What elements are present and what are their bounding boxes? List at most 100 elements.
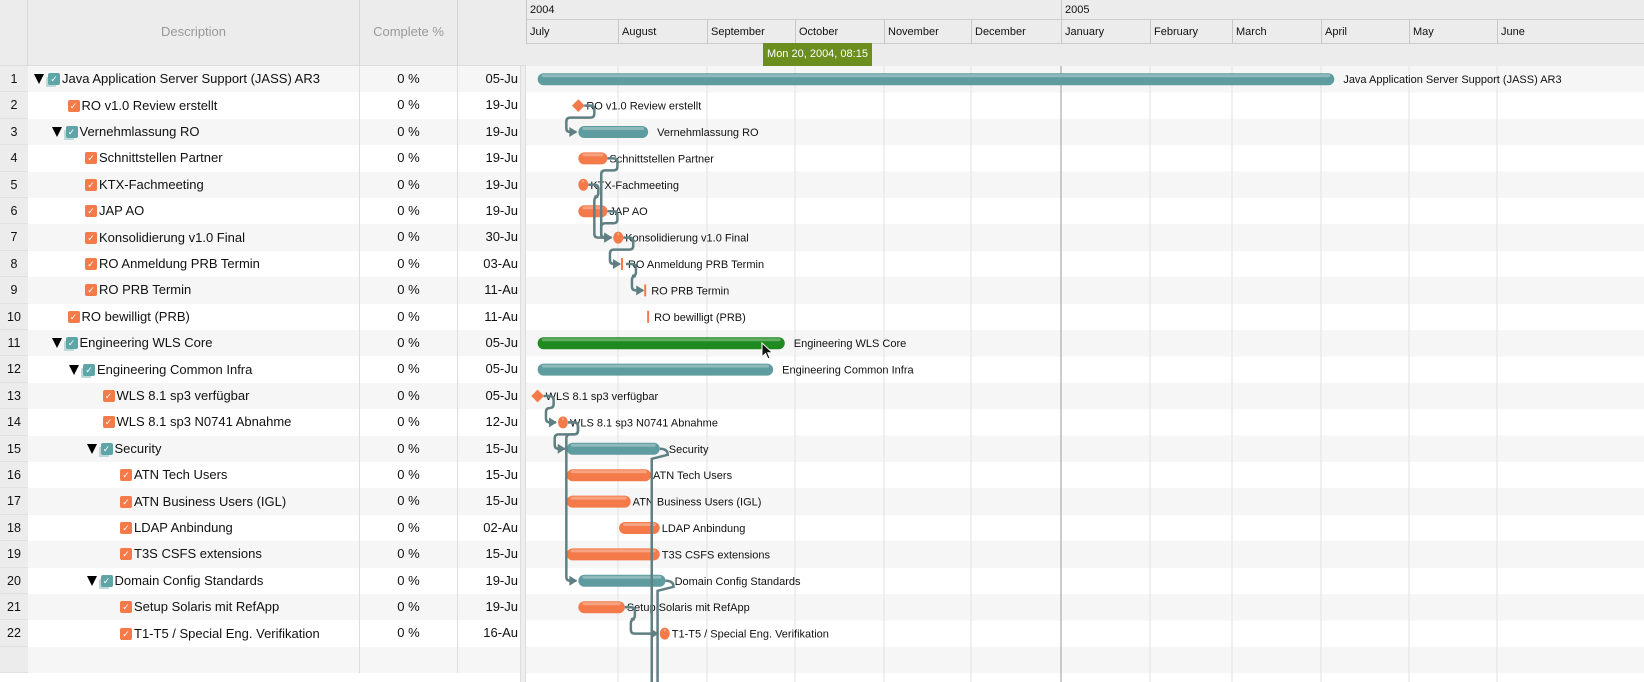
bar-label[interactable]: WLS 8.1 sp3 verfügbar xyxy=(546,391,659,403)
complete-percent-cell[interactable]: 0 % xyxy=(360,594,458,621)
task-description-cell[interactable]: ✓ Java Application Server Support (JASS) … xyxy=(28,66,360,93)
complete-percent-cell[interactable]: 0 % xyxy=(360,435,458,462)
complete-percent-cell[interactable]: 0 % xyxy=(360,541,458,568)
bar-highlight[interactable] xyxy=(541,74,1331,78)
bar-label[interactable]: Java Application Server Support (JASS) A… xyxy=(1343,74,1561,86)
task-description-cell[interactable]: ✓ RO PRB Termin xyxy=(28,277,360,304)
bar-label[interactable]: Domain Config Standards xyxy=(675,576,801,588)
start-date-cell[interactable]: 19-Ju xyxy=(458,198,520,224)
start-date-cell[interactable]: 02-Au xyxy=(458,515,520,541)
complete-percent-cell[interactable]: 0 % xyxy=(360,92,458,119)
task-description-cell[interactable]: ✓ ATN Tech Users xyxy=(28,462,360,489)
complete-percent-cell[interactable]: 0 % xyxy=(360,224,458,251)
task-description-cell[interactable]: ✓ RO Anmeldung PRB Termin xyxy=(28,250,360,278)
task-description-cell[interactable]: ✓ Engineering Common Infra xyxy=(28,356,360,383)
complete-percent-cell[interactable]: 0 % xyxy=(360,250,458,278)
complete-percent-cell[interactable]: 0 % xyxy=(360,620,458,647)
start-date-cell[interactable]: 11-Au xyxy=(458,304,520,330)
collapse-triangle-icon[interactable] xyxy=(34,74,44,85)
start-date-cell[interactable]: 05-Ju xyxy=(458,330,520,356)
bar-highlight[interactable] xyxy=(582,602,621,606)
complete-percent-cell[interactable]: 0 % xyxy=(360,488,458,515)
bar-label[interactable]: Konsolidierung v1.0 Final xyxy=(625,233,749,245)
start-date-cell[interactable]: 19-Ju xyxy=(458,92,520,118)
start-date-cell[interactable]: 19-Ju xyxy=(458,119,520,145)
task-description-cell[interactable]: ✓ WLS 8.1 sp3 verfügbar xyxy=(28,382,360,410)
complete-percent-cell[interactable]: 0 % xyxy=(360,567,458,594)
complete-column-header[interactable]: Complete % xyxy=(360,0,458,66)
bar-highlight[interactable] xyxy=(582,127,645,130)
complete-percent-cell[interactable]: 0 % xyxy=(360,198,458,225)
complete-percent-cell[interactable]: 0 % xyxy=(360,356,458,383)
collapse-triangle-icon[interactable] xyxy=(86,575,97,586)
bar-highlight[interactable] xyxy=(582,575,662,579)
task-description-cell[interactable]: ✓ Konsolidierung v1.0 Final xyxy=(28,224,360,251)
bar-label[interactable]: Security xyxy=(669,444,709,456)
task-description-cell[interactable]: ✓ ATN Business Users (IGL) xyxy=(28,488,360,515)
bar-label[interactable]: WLS 8.1 sp3 N0741 Abnahme xyxy=(570,417,718,429)
bar-label[interactable]: RO PRB Termin xyxy=(651,285,729,297)
bar-label[interactable]: Engineering Common Infra xyxy=(782,365,914,377)
start-date-cell[interactable]: 15-Ju xyxy=(458,488,520,514)
start-date-cell[interactable]: 11-Au xyxy=(458,277,520,303)
collapse-triangle-icon[interactable] xyxy=(69,364,79,375)
collapse-triangle-icon[interactable] xyxy=(51,126,62,137)
milestone-diamond[interactable] xyxy=(571,99,585,112)
bar-highlight[interactable] xyxy=(570,470,648,474)
complete-percent-cell[interactable]: 0 % xyxy=(360,303,458,330)
task-description-cell[interactable]: ✓ JAP AO xyxy=(28,198,360,225)
bar-label[interactable]: ATN Tech Users xyxy=(653,470,733,482)
start-date-cell[interactable]: 05-Ju xyxy=(458,383,520,409)
complete-percent-cell[interactable]: 0 % xyxy=(360,409,458,436)
task-description-cell[interactable]: ✓ Vernehmlassung RO xyxy=(28,118,360,146)
bar-label[interactable]: Schnittstellen Partner xyxy=(609,153,714,165)
bar-highlight[interactable] xyxy=(541,338,781,342)
milestone-tick[interactable] xyxy=(620,258,623,270)
complete-percent-cell[interactable]: 0 % xyxy=(360,330,458,357)
complete-percent-cell[interactable]: 0 % xyxy=(360,171,458,198)
task-description-cell[interactable]: ✓ Setup Solaris mit RefApp xyxy=(28,594,360,621)
task-description-cell[interactable]: ✓ T1-T5 / Special Eng. Verifikation xyxy=(28,620,360,647)
complete-percent-cell[interactable]: 0 % xyxy=(360,514,458,542)
bar-highlight[interactable] xyxy=(570,496,627,500)
bar-label[interactable]: RO bewilligt (PRB) xyxy=(654,312,746,324)
task-description-cell[interactable]: ✓ KTX-Fachmeeting xyxy=(28,171,360,198)
task-description-cell[interactable]: ✓ RO bewilligt (PRB) xyxy=(28,303,360,330)
bar-label[interactable]: Setup Solaris mit RefApp xyxy=(627,602,750,614)
bar-highlight[interactable] xyxy=(541,364,770,368)
start-date-cell[interactable]: 16-Au xyxy=(458,620,520,646)
start-date-cell[interactable]: 05-Ju xyxy=(458,356,520,382)
bar-highlight[interactable] xyxy=(663,628,666,632)
complete-percent-cell[interactable]: 0 % xyxy=(360,118,458,146)
start-date-cell[interactable]: 30-Ju xyxy=(458,224,520,250)
task-description-cell[interactable]: ✓ Domain Config Standards xyxy=(28,567,360,594)
task-description-cell[interactable]: ✓ WLS 8.1 sp3 N0741 Abnahme xyxy=(28,409,360,436)
bar-label[interactable]: LDAP Anbindung xyxy=(662,523,746,535)
complete-percent-cell[interactable]: 0 % xyxy=(360,277,458,304)
bar-label[interactable]: RO Anmeldung PRB Termin xyxy=(628,259,764,271)
bar-label[interactable]: T1-T5 / Special Eng. Verifikation xyxy=(672,629,829,641)
bar-highlight[interactable] xyxy=(617,232,620,236)
bar-label[interactable]: Vernehmlassung RO xyxy=(657,127,759,139)
milestone-tick[interactable] xyxy=(644,284,647,297)
task-description-cell[interactable]: ✓ T3S CSFS extensions xyxy=(28,541,360,568)
start-date-cell[interactable]: 19-Ju xyxy=(458,145,520,171)
bar-highlight[interactable] xyxy=(570,443,656,447)
milestone-tick[interactable] xyxy=(647,310,650,323)
start-date-cell[interactable]: 15-Ju xyxy=(458,541,520,567)
collapse-triangle-icon[interactable] xyxy=(86,443,97,454)
task-description-cell[interactable]: ✓ RO v1.0 Review erstellt xyxy=(28,92,360,119)
complete-percent-cell[interactable]: 0 % xyxy=(360,462,458,489)
bar-label[interactable]: Engineering WLS Core xyxy=(794,338,907,350)
start-date-cell[interactable]: 19-Ju xyxy=(458,568,520,594)
complete-percent-cell[interactable]: 0 % xyxy=(360,382,458,410)
description-column-header[interactable]: Description xyxy=(28,0,360,66)
bar-label[interactable]: RO v1.0 Review erstellt xyxy=(586,101,701,113)
start-date-cell[interactable]: 15-Ju xyxy=(458,462,520,488)
start-date-cell[interactable]: 03-Au xyxy=(458,251,520,277)
start-date-cell[interactable]: 12-Ju xyxy=(458,409,520,435)
task-description-cell[interactable]: ✓ Security xyxy=(28,435,360,462)
start-date-cell[interactable]: 05-Ju xyxy=(458,66,520,92)
start-column-header[interactable] xyxy=(458,0,520,66)
collapse-triangle-icon[interactable] xyxy=(51,338,62,349)
